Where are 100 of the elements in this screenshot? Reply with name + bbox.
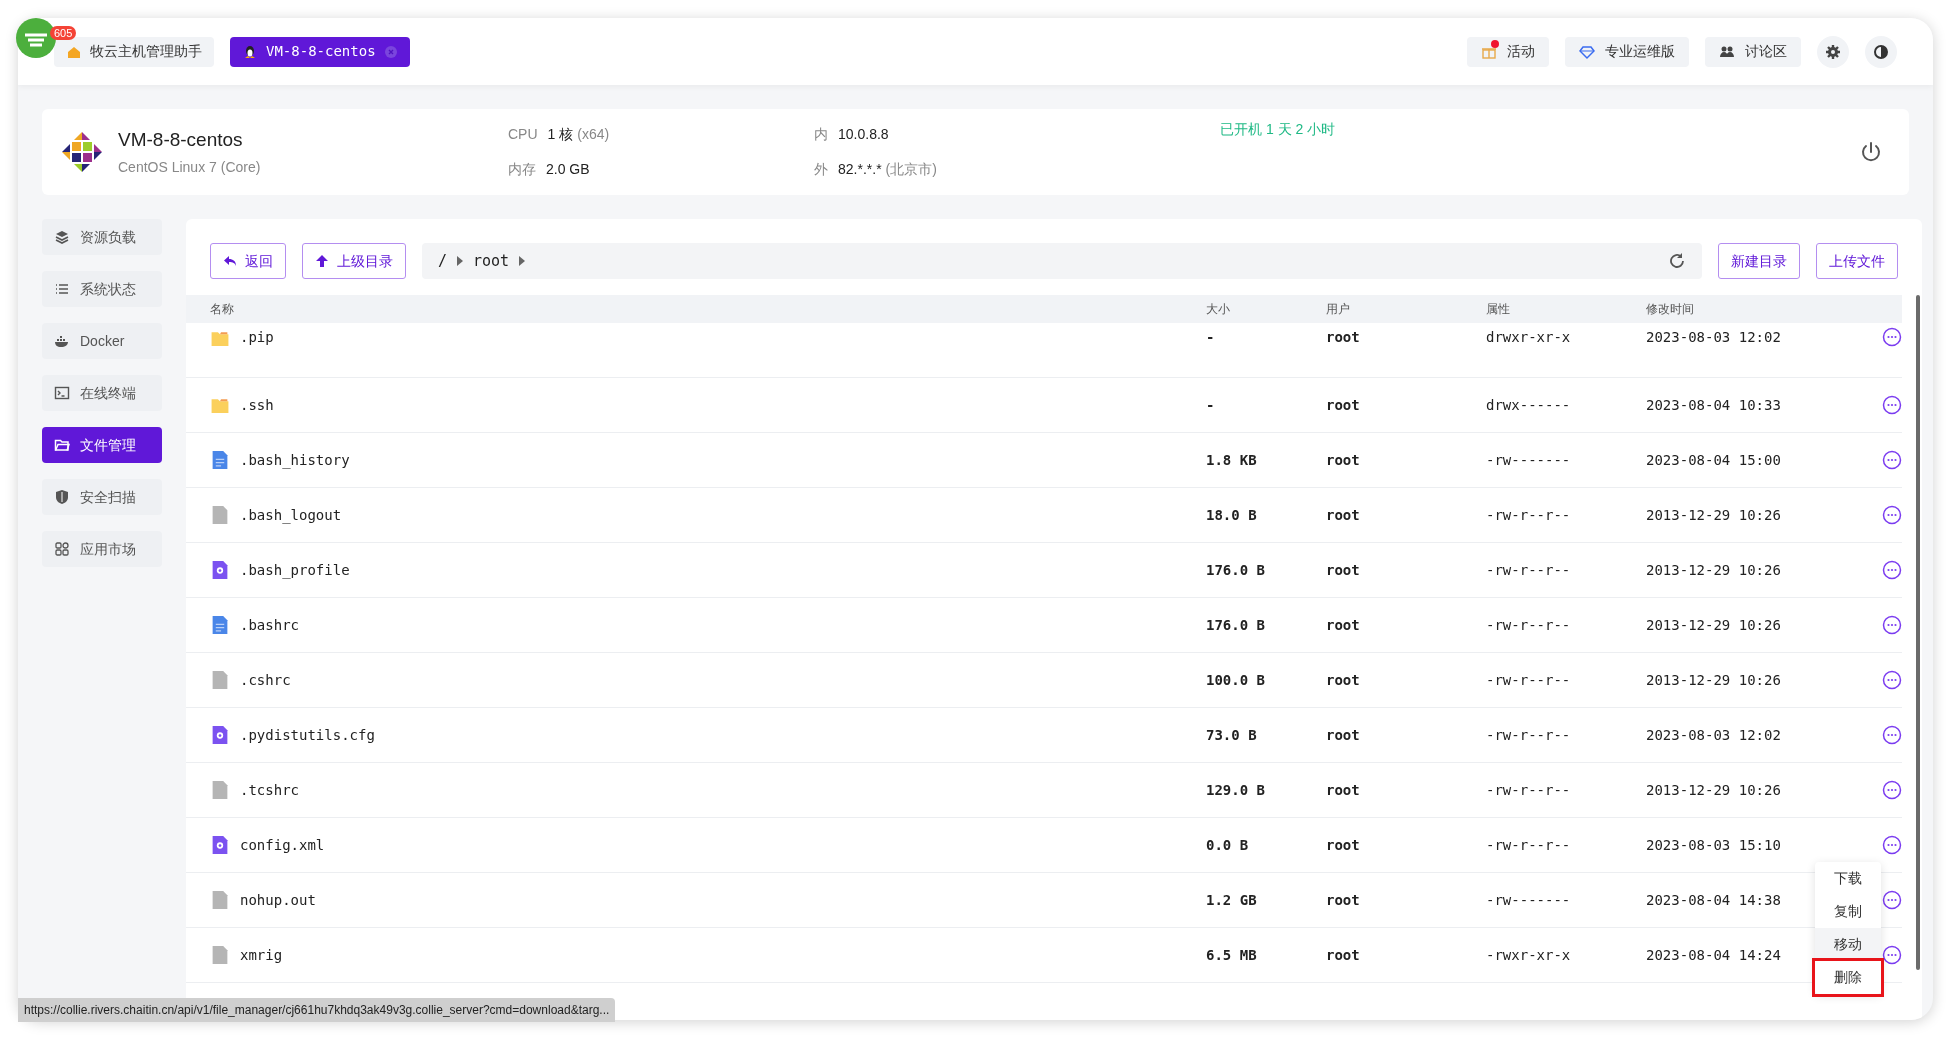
more-button[interactable] — [1882, 615, 1902, 635]
info-note: (北京市) — [885, 160, 937, 179]
file-name[interactable]: .bash_logout — [240, 504, 342, 526]
table-cell-text: 18.0 B — [1206, 505, 1257, 525]
file-name[interactable]: .bash_history — [240, 449, 350, 471]
table-cell-text: 2013-12-29 10:26 — [1646, 560, 1781, 580]
tab[interactable]: VM-8-8-centos — [230, 36, 410, 67]
settings-icon — [1825, 43, 1841, 60]
theme-toggle-button[interactable] — [1865, 35, 1897, 68]
more-button[interactable] — [1882, 560, 1902, 580]
table-cell-text: -rw-r--r-- — [1486, 725, 1571, 745]
file-name[interactable]: nohup.out — [240, 889, 316, 911]
table-cell-text: 1.8 KB — [1206, 450, 1257, 470]
more-button[interactable] — [1882, 780, 1902, 800]
more-icon — [1882, 560, 1902, 580]
upload-file-button[interactable]: 上传文件 — [1816, 243, 1898, 279]
status-url: https://collie.rivers.chaitin.cn/api/v1/file_manager/cj661hu7khdq3ak49v3g.collie_server?cmd=download&targ... — [18, 998, 616, 1022]
info-label: 内存 — [508, 160, 536, 179]
file-icon — [210, 505, 230, 525]
caret-right-icon — [519, 256, 526, 266]
table-cell-text: 129.0 B — [1206, 780, 1265, 800]
info-note: (x64) — [577, 125, 610, 144]
column-header: 大小 — [1206, 301, 1231, 318]
menu-item[interactable]: 复制 — [1815, 895, 1881, 928]
more-button[interactable] — [1882, 835, 1902, 855]
new-directory-button[interactable]: 新建目录 — [1718, 243, 1800, 279]
toolbar-button[interactable]: 活动 — [1467, 36, 1549, 67]
table-cell-text: root — [1326, 780, 1360, 800]
path-segment[interactable]: root — [473, 249, 510, 273]
file-name[interactable]: .pydistutils.cfg — [240, 724, 375, 746]
settings-button[interactable] — [1817, 35, 1849, 68]
more-button[interactable] — [1882, 450, 1902, 470]
file-name[interactable]: xmrig — [240, 944, 283, 966]
more-button[interactable] — [1882, 890, 1902, 910]
power-button[interactable] — [1859, 140, 1883, 164]
sidebar-item[interactable]: 在线终端 — [42, 375, 162, 411]
more-icon — [1882, 725, 1902, 745]
file-icon — [210, 945, 230, 965]
file-name[interactable]: .tcshrc — [240, 779, 299, 801]
toolbar-button[interactable]: 讨论区 — [1705, 36, 1801, 67]
parent-directory-button[interactable]: 上级目录 — [302, 243, 406, 279]
table-cell-text: drwxr-xr-x — [1486, 328, 1571, 347]
terminal-icon — [54, 385, 70, 401]
table-cell-text: 2023-08-04 14:38 — [1646, 890, 1781, 910]
more-button[interactable] — [1882, 395, 1902, 415]
gear-file-icon — [210, 560, 230, 580]
table-cell-text: root — [1326, 725, 1360, 745]
whale-icon — [54, 333, 70, 349]
more-button[interactable] — [1882, 725, 1902, 745]
info-value: 2.0 GB — [546, 160, 590, 179]
table-cell-text: 176.0 B — [1206, 615, 1265, 635]
grid-icon — [54, 541, 70, 557]
table-cell-text: root — [1326, 670, 1360, 690]
file-icon — [210, 780, 230, 800]
refresh-icon — [1668, 252, 1686, 270]
file-name[interactable]: .ssh — [240, 394, 274, 416]
menu-item[interactable]: 下载 — [1815, 862, 1881, 895]
close-icon — [383, 44, 398, 59]
more-button[interactable] — [1882, 670, 1902, 690]
sidebar-item[interactable]: 安全扫描 — [42, 479, 162, 515]
menu-item[interactable]: 删除 — [1815, 961, 1881, 994]
sidebar-item[interactable]: 系统状态 — [42, 271, 162, 307]
scrollbar[interactable] — [1916, 295, 1920, 970]
sidebar-item[interactable]: 资源负载 — [42, 219, 162, 255]
more-icon — [1882, 450, 1902, 470]
table-cell-text: -rw-r--r-- — [1486, 780, 1571, 800]
more-icon — [1882, 670, 1902, 690]
sidebar-item[interactable]: 应用市场 — [42, 531, 162, 567]
table-cell-text: 2013-12-29 10:26 — [1646, 615, 1781, 635]
column-header: 名称 — [209, 301, 235, 318]
column-header: 属性 — [1486, 301, 1511, 318]
toolbar-button[interactable]: 专业运维版 — [1565, 36, 1689, 67]
back-button[interactable]: 返回 — [210, 243, 286, 279]
table-cell-text: -rw-r--r-- — [1486, 615, 1571, 635]
info-label: 内 — [814, 125, 828, 144]
file-name[interactable]: .cshrc — [240, 669, 291, 691]
sidebar-item[interactable]: Docker — [42, 323, 162, 359]
file-name[interactable]: .bash_profile — [240, 559, 350, 581]
file-name[interactable]: config.xml — [240, 834, 325, 856]
up-arrow-icon — [315, 254, 329, 268]
refresh-button[interactable] — [1668, 252, 1686, 270]
table-cell-text: root — [1326, 945, 1360, 965]
tab[interactable]: 牧云主机管理助手 — [54, 36, 214, 67]
table-cell-text: root — [1326, 450, 1360, 470]
more-button[interactable] — [1882, 327, 1902, 347]
sidebar-item[interactable]: 文件管理 — [42, 427, 162, 463]
table-cell-text: 2023-08-03 15:10 — [1646, 835, 1781, 855]
more-icon — [1882, 945, 1902, 965]
column-header: 修改时间 — [1646, 301, 1695, 318]
file-name[interactable]: .bashrc — [240, 614, 299, 636]
more-button[interactable] — [1882, 505, 1902, 525]
table-cell-text: 0.0 B — [1206, 835, 1249, 855]
path-segment[interactable]: / — [438, 249, 448, 273]
more-button[interactable] — [1882, 945, 1902, 965]
table-cell-text: 2023-08-04 15:00 — [1646, 450, 1781, 470]
file-name[interactable]: .pip — [240, 327, 274, 348]
gear-file-icon — [210, 835, 230, 855]
table-cell-text: root — [1326, 328, 1360, 347]
caret-right-icon — [457, 256, 464, 266]
more-icon — [1882, 615, 1902, 635]
